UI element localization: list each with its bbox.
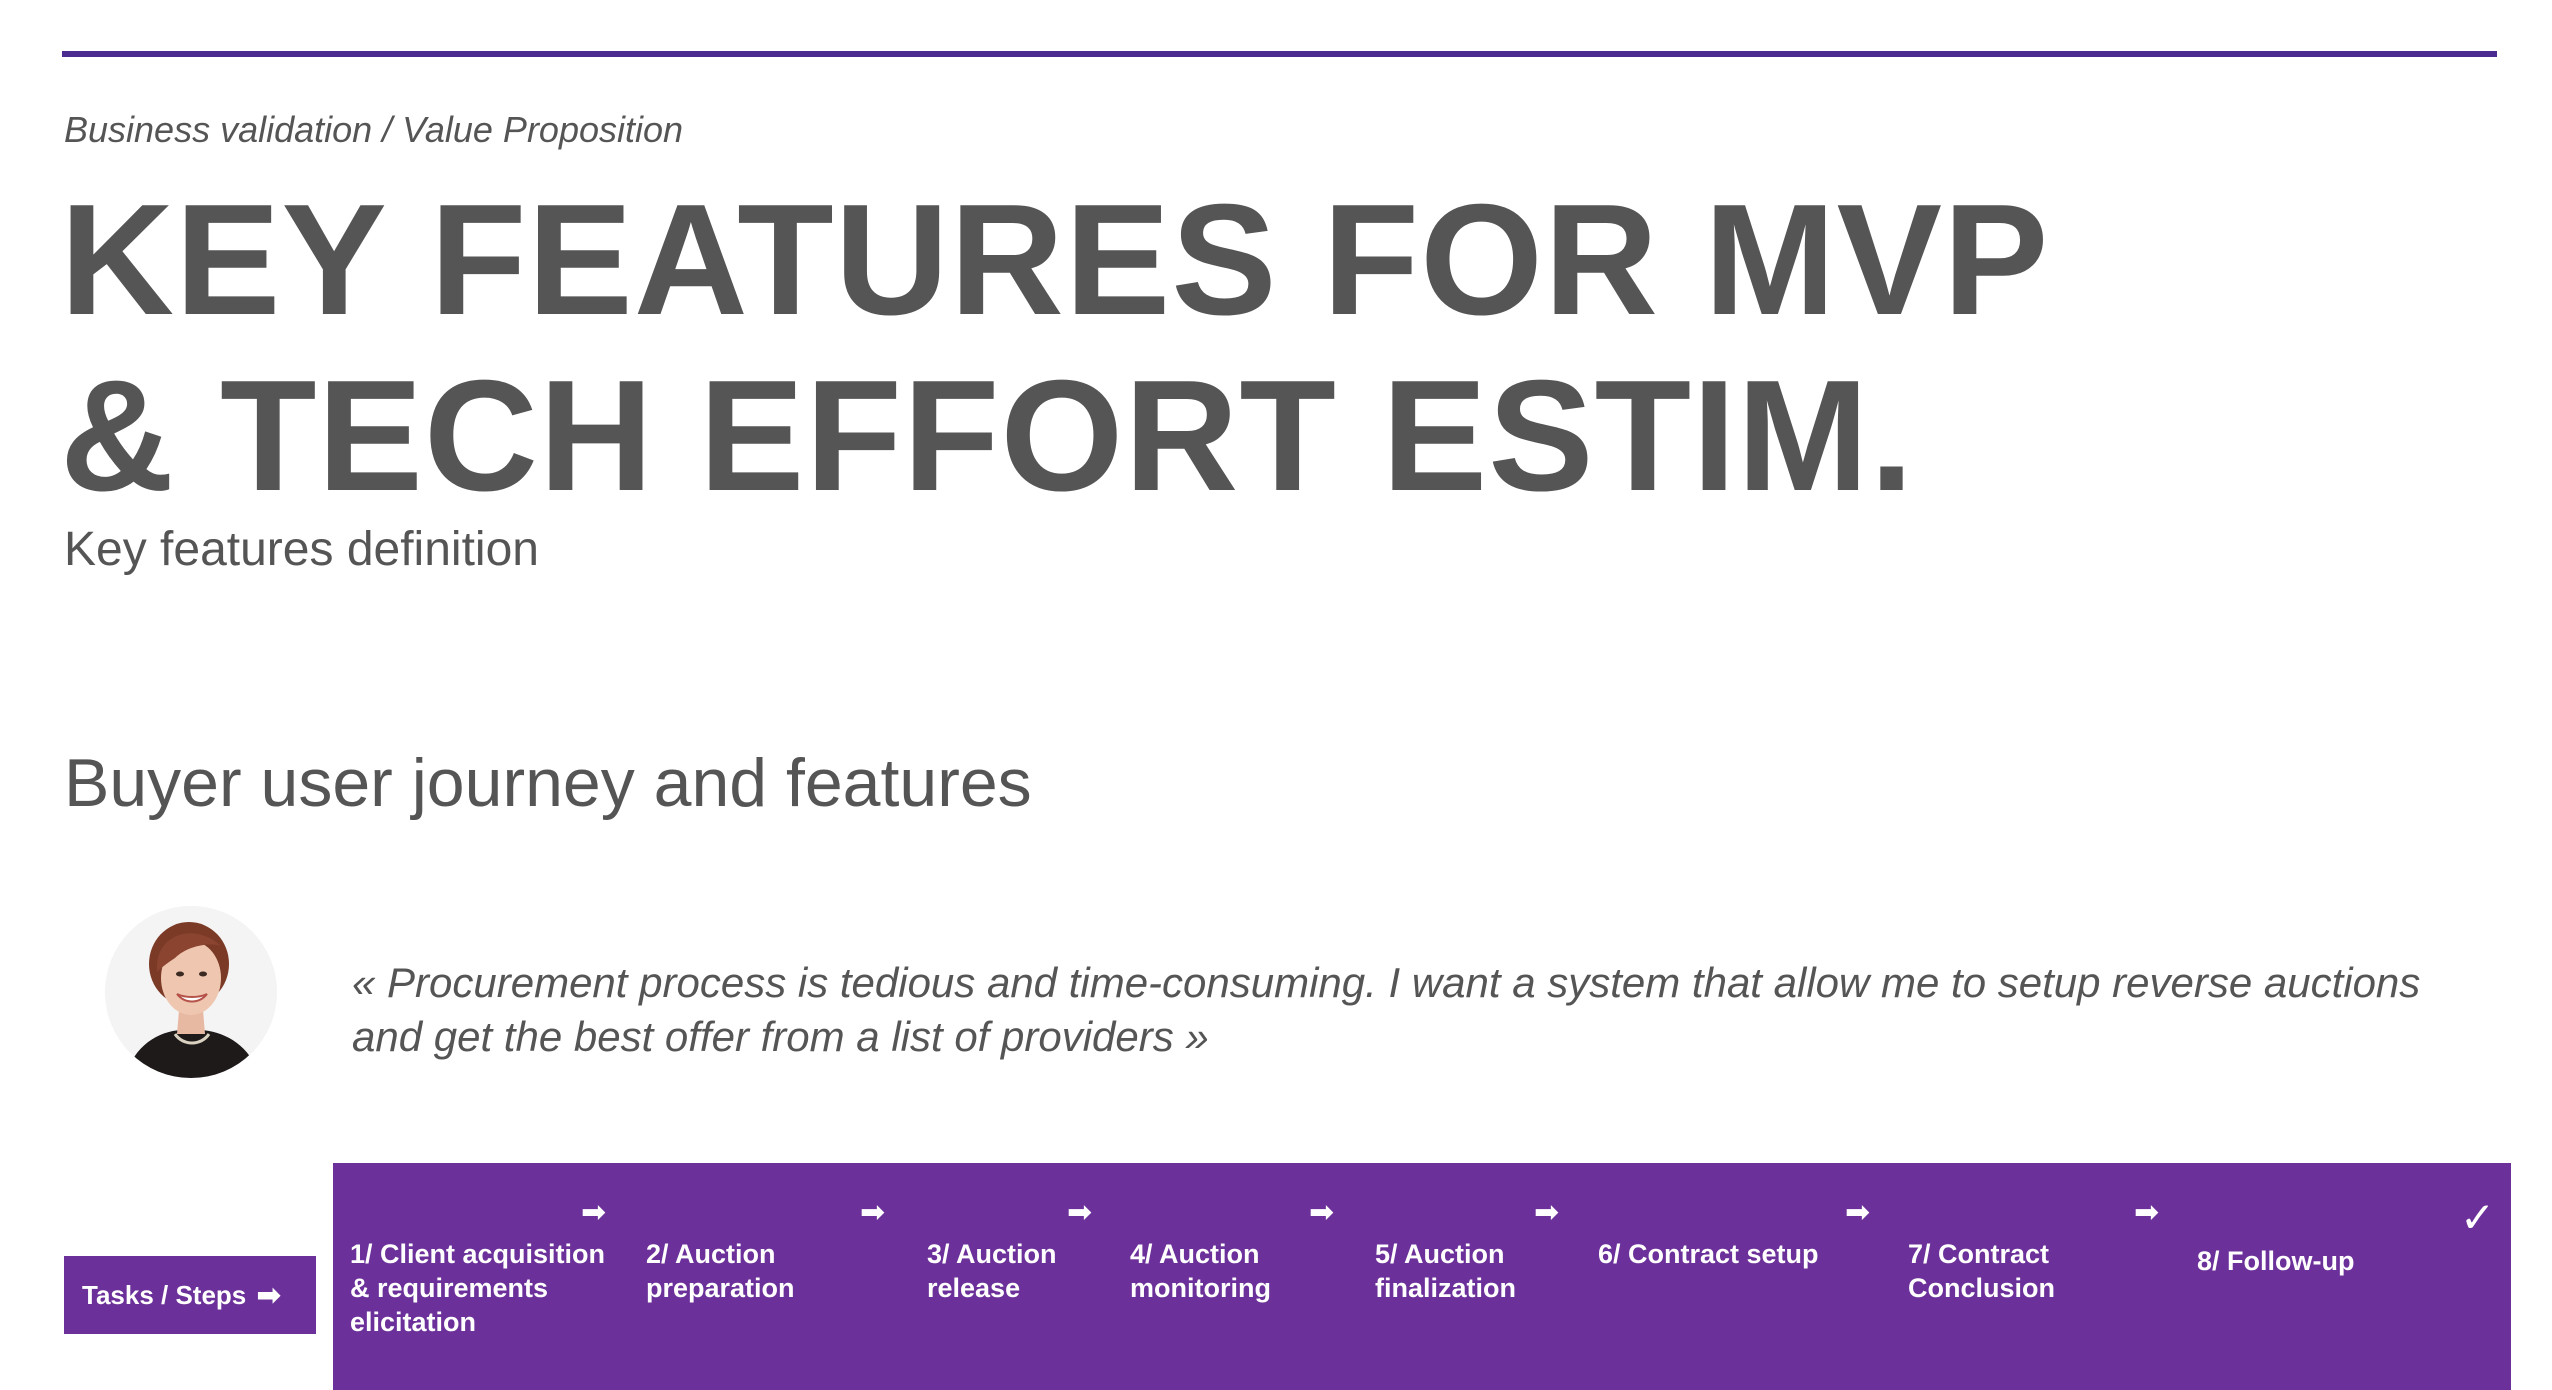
journey-step-5: 5/ Auction finalization — [1375, 1239, 1516, 1303]
arrow-right-icon: ➡ — [2134, 1196, 2160, 1229]
persona-avatar — [105, 906, 277, 1078]
page-title-line-1: KEY FEATURES FOR MVP — [60, 172, 2050, 348]
journey-step-6: 6/ Contract setup — [1598, 1239, 1819, 1269]
journey-steps-band: 1/ Client acquisition & requirements eli… — [333, 1163, 2511, 1390]
arrow-right-icon: ➡ — [860, 1196, 886, 1229]
check-icon: ✓ — [2460, 1194, 2496, 1241]
arrow-right-icon: ➡ — [1309, 1196, 1335, 1229]
page-title: KEY FEATURES FOR MVP & TECH EFFORT ESTIM… — [60, 172, 2049, 524]
page-subtitle: Key features definition — [64, 523, 539, 576]
tasks-steps-label: Tasks / Steps ➡ — [64, 1256, 316, 1334]
arrow-right-icon: ➡ — [1067, 1196, 1093, 1229]
top-divider — [62, 51, 2497, 57]
journey-step-7: 7/ Contract Conclusion — [1908, 1239, 2055, 1303]
arrow-right-icon: ➡ — [1845, 1196, 1871, 1229]
arrow-right-icon: ➡ — [581, 1196, 607, 1229]
journey-step-2: 2/ Auction preparation — [646, 1239, 795, 1303]
journey-step-3: 3/ Auction release — [927, 1239, 1057, 1303]
page-title-line-2: & TECH EFFORT ESTIM. — [60, 348, 1915, 524]
journey-step-8: 8/ Follow-up — [2197, 1246, 2355, 1276]
tasks-steps-text: Tasks / Steps — [82, 1279, 247, 1310]
persona-quote: « Procurement process is tedious and tim… — [352, 959, 2421, 1060]
journey-step-1: 1/ Client acquisition & requirements eli… — [350, 1239, 606, 1337]
section-heading: Buyer user journey and features — [64, 745, 1032, 821]
persona-portrait-icon — [105, 906, 277, 1078]
arrow-right-icon: ➡ — [256, 1278, 282, 1312]
breadcrumb: Business validation / Value Proposition — [64, 109, 684, 150]
journey-step-4: 4/ Auction monitoring — [1130, 1239, 1271, 1303]
arrow-right-icon: ➡ — [1534, 1196, 1560, 1229]
